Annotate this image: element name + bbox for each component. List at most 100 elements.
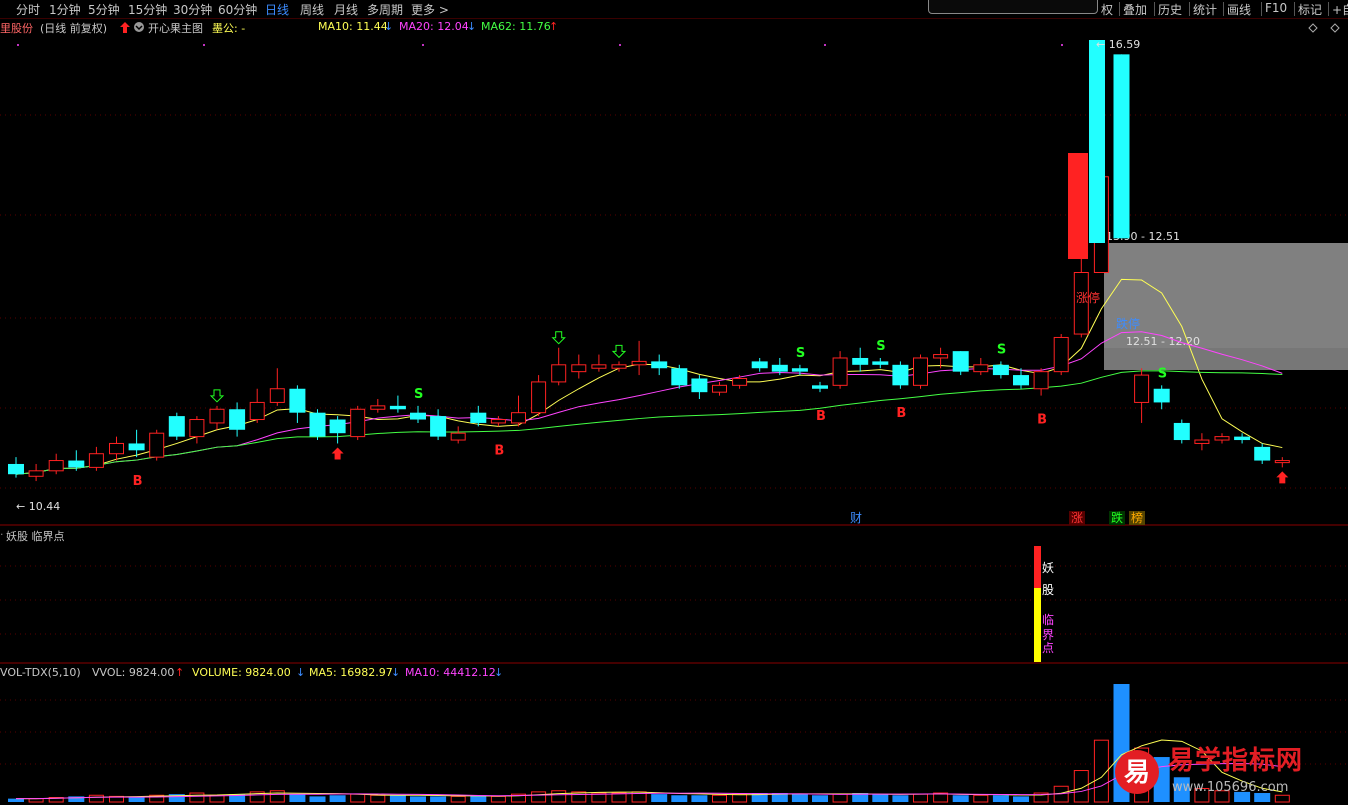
candle-body xyxy=(1033,371,1049,390)
candle-body xyxy=(309,412,326,437)
volume-bar xyxy=(531,791,547,803)
toolbar-button-4[interactable]: 画线 xyxy=(1227,1,1251,18)
period-tab-2[interactable]: 5分钟 xyxy=(88,1,120,18)
volume-bar xyxy=(973,794,989,803)
candle-body xyxy=(28,470,44,477)
red-up-arrow-icon xyxy=(331,447,344,460)
limit-up-label: 涨停 xyxy=(1076,290,1100,305)
diamond-icon xyxy=(1308,23,1318,33)
period-tab-5[interactable]: 60分钟 xyxy=(218,1,257,18)
toolbar-button-6[interactable]: 标记 xyxy=(1298,1,1322,18)
toolbar-button-3[interactable]: 统计 xyxy=(1193,1,1217,18)
volume-bar xyxy=(389,795,406,802)
period-tab-8[interactable]: 月线 xyxy=(334,1,358,18)
toolbar-button-0[interactable]: 权 xyxy=(1101,1,1113,18)
volume-bar xyxy=(88,794,104,803)
volume-bar xyxy=(450,795,466,803)
candle-body xyxy=(812,385,828,389)
toolbar-button-5[interactable]: F10 xyxy=(1265,1,1287,15)
candle-body xyxy=(952,351,969,372)
sell-signal: S xyxy=(796,346,805,361)
kline-chart[interactable]: 13.90 - 12.5112.51 - 12.20← 16.59← 10.44… xyxy=(0,0,1348,805)
candle-body xyxy=(329,419,346,434)
volume-bar xyxy=(551,790,567,803)
candle-body xyxy=(511,412,526,424)
volume-bar xyxy=(410,796,426,802)
marker-zhang: 涨 xyxy=(1071,510,1083,525)
candle-body xyxy=(1113,54,1130,239)
candle-body xyxy=(209,408,225,424)
period-tab-10[interactable]: 更多 > xyxy=(411,1,449,18)
down-arrow-icon: ↓ xyxy=(296,666,306,679)
candle-body xyxy=(370,405,386,410)
volume-bar xyxy=(712,794,727,803)
period-tab-6[interactable]: 日线 xyxy=(265,1,289,18)
candle-body xyxy=(289,388,306,413)
toolbar-button-2[interactable]: 历史 xyxy=(1158,1,1182,18)
sell-signal: S xyxy=(414,387,423,402)
volume-bar xyxy=(430,796,447,802)
volume-label: VOLUME: 9824.00 xyxy=(192,666,291,679)
candle-body xyxy=(591,364,607,369)
candle-body xyxy=(430,416,447,437)
candle-body xyxy=(933,354,949,359)
candle-body xyxy=(973,364,989,373)
volume-bar xyxy=(370,794,386,803)
vol-indicator-name[interactable]: VOL-TDX(5,10) xyxy=(0,666,81,679)
volume-bar xyxy=(269,790,285,803)
period-tab-7[interactable]: 周线 xyxy=(300,1,324,18)
period-tab-1[interactable]: 1分钟 xyxy=(49,1,81,18)
ma10-line xyxy=(15,278,1283,475)
volume-bar xyxy=(992,795,1009,802)
candle-body xyxy=(1153,388,1170,403)
candle-body xyxy=(1013,375,1029,386)
ma62-line xyxy=(15,370,1283,475)
volume-bar xyxy=(691,795,708,802)
toolbar-separator xyxy=(1328,2,1329,16)
period-tab-4[interactable]: 30分钟 xyxy=(173,1,212,18)
candle-body xyxy=(109,442,124,455)
candle-body xyxy=(732,377,748,386)
volume-bar xyxy=(1013,796,1029,802)
marker-die: 跌 xyxy=(1111,510,1123,525)
indicator-label-1: 股 xyxy=(1042,583,1054,597)
volume-bar xyxy=(952,795,969,802)
candle-body xyxy=(189,419,205,438)
limit-up-bar xyxy=(1068,153,1088,259)
candle-body xyxy=(1194,439,1210,444)
indicator-label-0: 妖 xyxy=(1042,561,1054,575)
buy-signal: B xyxy=(816,409,826,424)
volume-bar xyxy=(490,795,506,803)
vol-ma10-label: MA10: 44412.12 xyxy=(405,666,496,679)
toolbar-button-1[interactable]: 叠加 xyxy=(1123,1,1147,18)
green-down-arrow-icon xyxy=(551,331,566,345)
candle-body xyxy=(168,416,185,437)
candle-body xyxy=(872,361,889,365)
candle-body xyxy=(350,408,366,438)
ma20-line xyxy=(15,331,1283,475)
candle-body xyxy=(571,364,587,373)
candle-body xyxy=(992,364,1009,376)
period-tab-9[interactable]: 多周期 xyxy=(367,1,403,18)
volume-bar xyxy=(350,793,366,803)
candle-body xyxy=(88,453,104,468)
period-tab-3[interactable]: 15分钟 xyxy=(128,1,167,18)
candle-body xyxy=(631,360,647,366)
candle-body xyxy=(1254,446,1271,461)
sell-signal: S xyxy=(876,339,885,354)
volume-bar xyxy=(289,794,306,802)
volume-bar xyxy=(651,794,668,802)
vvol-label: VVOL: 9824.00 xyxy=(92,666,175,679)
vol-ma10-line xyxy=(16,762,1283,800)
period-tab-0[interactable]: 分时 xyxy=(16,1,40,18)
candle-body xyxy=(1234,436,1251,441)
green-down-arrow-icon xyxy=(209,389,225,403)
marker-dot xyxy=(422,44,424,46)
candle-body xyxy=(128,443,145,451)
candle-body xyxy=(892,364,909,386)
toolbar-separator xyxy=(1189,2,1190,16)
sell-signal: S xyxy=(997,342,1006,357)
candle-body xyxy=(1214,436,1230,441)
candle-body xyxy=(8,463,24,475)
toolbar-button-7[interactable]: +自 xyxy=(1332,1,1348,18)
